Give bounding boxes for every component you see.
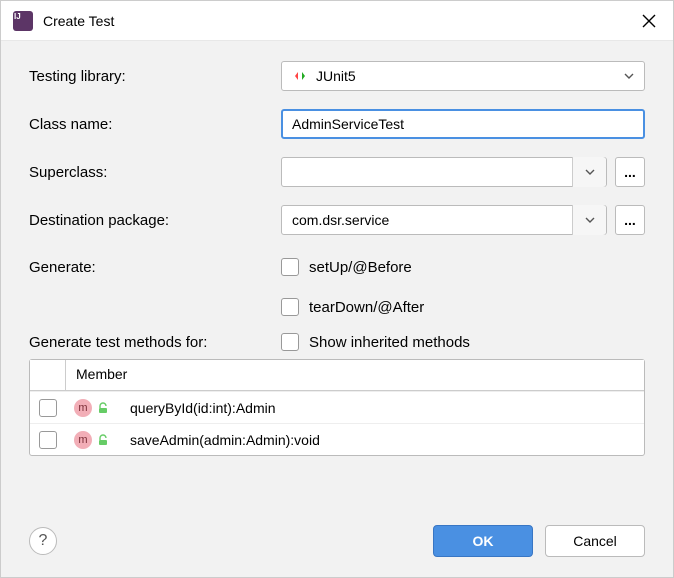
teardown-label: tearDown/@After [309,299,424,316]
testing-library-row: Testing library: JUnit5 [29,61,645,91]
teardown-checkbox[interactable] [281,298,299,316]
methods-table: Member m queryById(id:int):Admin m saveA… [29,359,645,456]
destination-package-browse-button[interactable]: ... [615,205,645,235]
check-column-header [30,360,66,390]
show-inherited-checkbox[interactable] [281,333,299,351]
intellij-icon [13,11,33,31]
generate-methods-label: Generate test methods for: [29,334,281,351]
method-icon: m [74,399,92,417]
chevron-down-icon [585,167,595,177]
testing-library-label: Testing library: [29,68,281,85]
destination-package-dropdown-button[interactable] [572,205,606,235]
setup-checkbox[interactable] [281,258,299,276]
class-name-label: Class name: [29,116,281,133]
destination-package-combo[interactable]: com.dsr.service [281,205,607,235]
superclass-combo[interactable] [281,157,607,187]
superclass-browse-button[interactable]: ... [615,157,645,187]
destination-package-row: Destination package: com.dsr.service ... [29,205,645,235]
superclass-label: Superclass: [29,164,281,181]
chevron-down-icon [624,71,634,81]
show-inherited-label: Show inherited methods [309,334,470,351]
chevron-down-icon [585,215,595,225]
dialog-footer: ? OK Cancel [1,513,673,577]
class-name-row: Class name: [29,109,645,139]
method-signature: queryById(id:int):Admin [130,400,276,416]
testing-library-combo[interactable]: JUnit5 [281,61,645,91]
destination-package-value: com.dsr.service [292,212,389,228]
superclass-row: Superclass: ... [29,157,645,187]
close-icon [642,14,656,28]
method-checkbox-0[interactable] [39,399,57,417]
generate-methods-row: Generate test methods for: Show inherite… [29,333,645,351]
member-column-header: Member [66,360,644,390]
class-name-input[interactable] [281,109,645,139]
table-row[interactable]: m saveAdmin(admin:Admin):void [30,423,644,455]
superclass-dropdown-button[interactable] [572,157,606,187]
ok-button[interactable]: OK [433,525,533,557]
unlock-icon [96,433,110,447]
unlock-icon [96,401,110,415]
generate-label: Generate: [29,259,281,276]
close-button[interactable] [637,9,661,33]
teardown-row: tearDown/@After [29,293,645,321]
table-row[interactable]: m queryById(id:int):Admin [30,391,644,423]
method-icon: m [74,431,92,449]
method-signature: saveAdmin(admin:Admin):void [130,432,320,448]
titlebar: Create Test [1,1,673,41]
setup-label: setUp/@Before [309,259,412,276]
methods-table-header: Member [30,360,644,391]
generate-row: Generate: setUp/@Before [29,253,645,281]
dialog-title: Create Test [43,13,637,29]
testing-library-value: JUnit5 [316,68,356,84]
dialog-content: Testing library: JUnit5 Class name: [1,41,673,513]
help-button[interactable]: ? [29,527,57,555]
cancel-button[interactable]: Cancel [545,525,645,557]
create-test-dialog: Create Test Testing library: JUnit5 [0,0,674,578]
class-name-text[interactable] [292,116,634,132]
method-checkbox-1[interactable] [39,431,57,449]
destination-package-label: Destination package: [29,212,281,229]
junit-icon [292,68,308,84]
